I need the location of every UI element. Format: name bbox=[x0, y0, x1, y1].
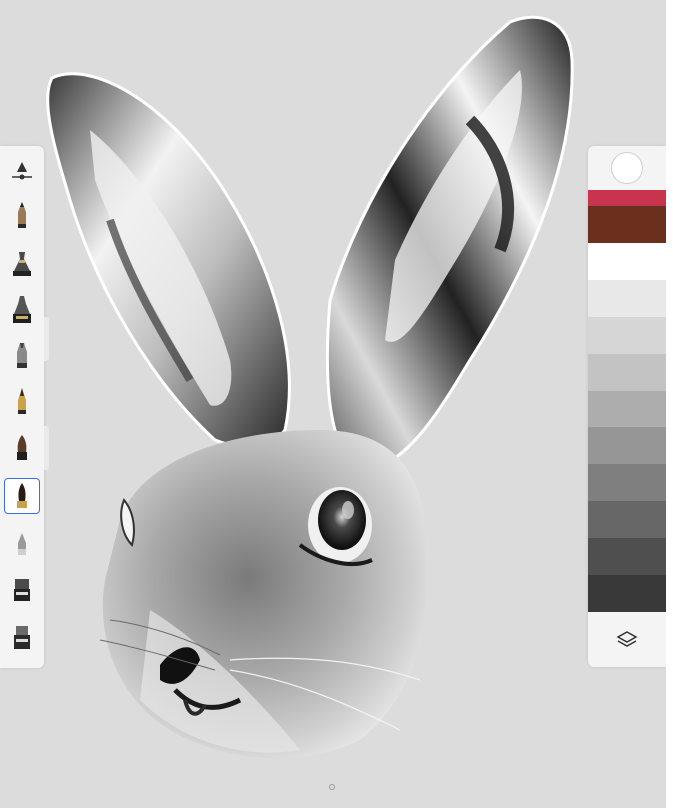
color-swatch[interactable] bbox=[588, 190, 666, 206]
color-palette bbox=[588, 146, 666, 667]
rabbit-sketch-artwork bbox=[46, 15, 574, 759]
color-swatch[interactable] bbox=[588, 464, 666, 502]
toolbar-grip-handle[interactable] bbox=[44, 426, 49, 470]
ink-brush-icon[interactable] bbox=[4, 478, 40, 514]
color-swatch[interactable] bbox=[588, 575, 666, 613]
color-swatch[interactable] bbox=[588, 279, 666, 317]
airbrush-icon[interactable] bbox=[4, 246, 40, 282]
hard-eraser-icon[interactable] bbox=[4, 572, 40, 608]
page-indicator-dot bbox=[329, 784, 335, 790]
eraser-icon[interactable] bbox=[4, 620, 40, 656]
chisel-marker-icon[interactable] bbox=[4, 338, 40, 374]
fountain-pen-icon[interactable] bbox=[4, 384, 40, 420]
layers-button[interactable] bbox=[588, 612, 666, 667]
layers-icon bbox=[616, 630, 638, 647]
toolbar-grip-handle[interactable] bbox=[44, 317, 49, 361]
color-swatch[interactable] bbox=[588, 353, 666, 391]
color-swatch[interactable] bbox=[588, 538, 666, 576]
marker-icon[interactable] bbox=[4, 292, 40, 328]
drawing-canvas[interactable] bbox=[0, 0, 666, 808]
pencil-icon[interactable] bbox=[4, 198, 40, 234]
paintbrush-icon[interactable] bbox=[4, 430, 40, 466]
brush-size-slider-icon[interactable] bbox=[4, 152, 40, 188]
color-swatch[interactable] bbox=[588, 390, 666, 428]
current-color-swatch[interactable] bbox=[611, 152, 643, 184]
color-swatch[interactable] bbox=[588, 242, 666, 280]
screen-edge bbox=[666, 0, 673, 808]
color-swatch[interactable] bbox=[588, 206, 666, 243]
color-swatch[interactable] bbox=[588, 427, 666, 465]
soft-eraser-icon[interactable] bbox=[4, 526, 40, 562]
color-swatch[interactable] bbox=[588, 501, 666, 539]
brush-toolbar bbox=[0, 146, 44, 668]
color-swatch[interactable] bbox=[588, 316, 666, 354]
